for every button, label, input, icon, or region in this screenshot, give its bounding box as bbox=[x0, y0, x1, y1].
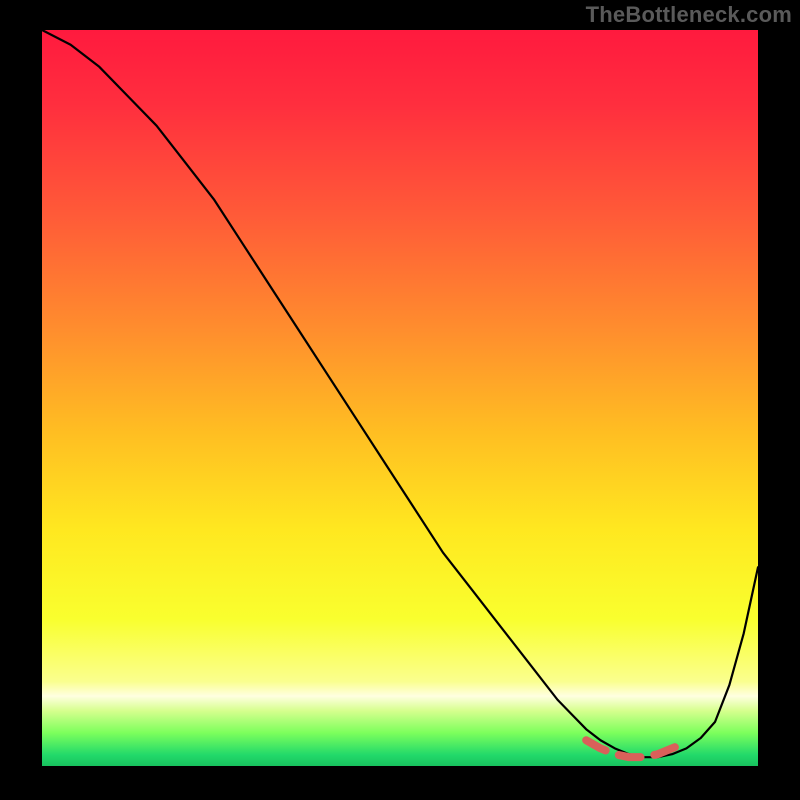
plot-area bbox=[42, 30, 758, 766]
watermark-text: TheBottleneck.com bbox=[586, 2, 792, 28]
plot-svg bbox=[42, 30, 758, 766]
chart-frame: TheBottleneck.com bbox=[0, 0, 800, 800]
gradient-background bbox=[42, 30, 758, 766]
